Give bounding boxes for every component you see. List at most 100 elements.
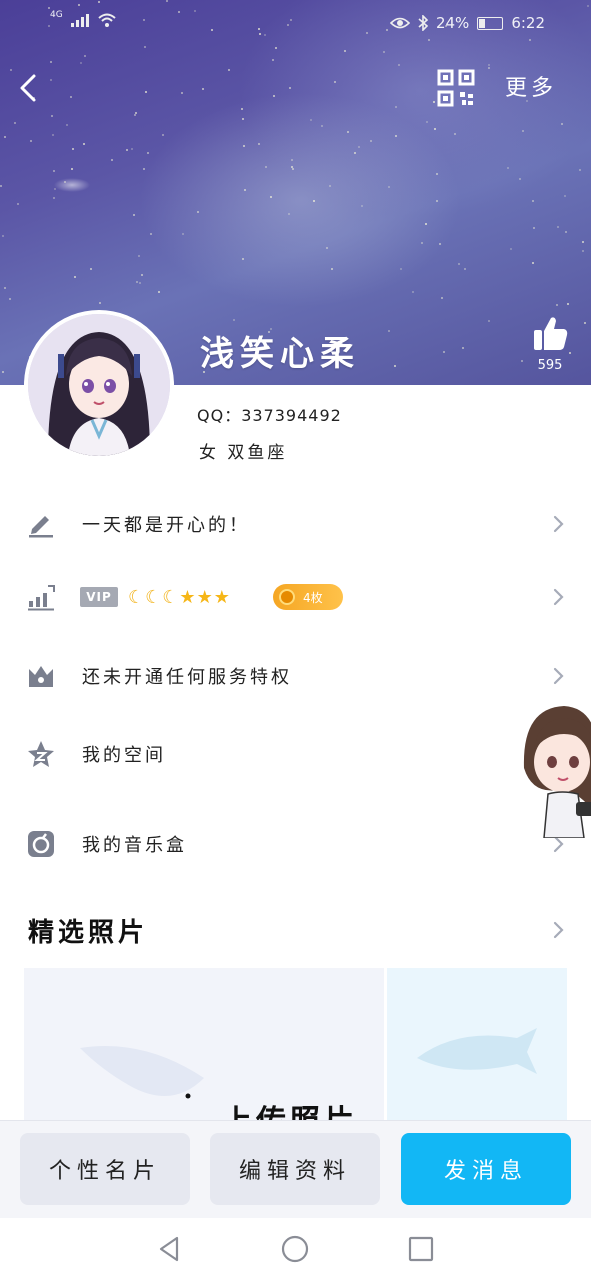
more-button[interactable]: 更多 bbox=[505, 70, 557, 102]
my-space-text: 我的空间 bbox=[82, 745, 166, 766]
star-dot bbox=[242, 118, 244, 120]
star-dot bbox=[400, 268, 402, 270]
star-dot bbox=[143, 168, 145, 170]
star-dot bbox=[582, 241, 584, 243]
star-dot bbox=[162, 134, 164, 136]
star-dot bbox=[436, 173, 438, 175]
star-dot bbox=[138, 255, 140, 257]
star-dot bbox=[182, 233, 184, 235]
floating-pendant-sticker[interactable] bbox=[518, 698, 591, 839]
qq-level-badges: ☾ ☾ ☾ ★ ★ ★ bbox=[128, 587, 230, 608]
coin-count: 4枚 bbox=[303, 590, 323, 605]
star-dot bbox=[4, 136, 6, 138]
nav-home-icon[interactable] bbox=[280, 1234, 310, 1264]
upload-photo-tile[interactable]: 上传照片 bbox=[24, 968, 384, 1128]
coin-badge[interactable]: 4枚 bbox=[273, 584, 343, 610]
star-dot bbox=[139, 282, 141, 284]
star-dot bbox=[458, 263, 460, 265]
star-dot bbox=[454, 133, 456, 135]
star-dot bbox=[4, 287, 6, 289]
system-navigation-bar bbox=[0, 1218, 591, 1280]
star-dot bbox=[147, 152, 149, 154]
star-dot bbox=[426, 121, 428, 123]
star-dot bbox=[532, 262, 534, 264]
star-dot bbox=[30, 140, 32, 142]
vip-level-row[interactable]: VIP ☾ ☾ ☾ ★ ★ ★ 4枚 bbox=[0, 567, 591, 627]
service-privilege-row[interactable]: 还未开通任何服务特权 bbox=[0, 646, 591, 706]
qq-number: QQ：337394492 bbox=[197, 406, 342, 425]
avatar[interactable] bbox=[24, 310, 174, 460]
nav-back-icon[interactable] bbox=[155, 1234, 185, 1264]
star-dot bbox=[425, 223, 427, 225]
star-dot bbox=[265, 166, 267, 168]
star-dot bbox=[134, 114, 136, 116]
star-dot bbox=[66, 124, 68, 126]
star-icon: ★ bbox=[213, 586, 230, 608]
battery-icon bbox=[477, 16, 504, 30]
music-box-text: 我的音乐盒 bbox=[82, 835, 187, 856]
my-space-row[interactable]: 我的空间 bbox=[0, 724, 591, 784]
edit-profile-button[interactable]: 编辑资料 bbox=[210, 1133, 380, 1205]
star-dot bbox=[291, 159, 293, 161]
personal-card-button[interactable]: 个性名片 bbox=[20, 1133, 190, 1205]
signature-row[interactable]: 一天都是开心的！ bbox=[0, 494, 591, 554]
signature-text: 一天都是开心的！ bbox=[82, 515, 250, 536]
star-dot bbox=[54, 188, 56, 190]
star-dot bbox=[436, 200, 438, 202]
nickname: 浅笑心柔 bbox=[200, 334, 360, 374]
star-dot bbox=[233, 319, 235, 321]
pendant-character-illustration bbox=[523, 706, 591, 839]
star-dot bbox=[242, 258, 244, 260]
privilege-text: 还未开通任何服务特权 bbox=[82, 667, 292, 688]
star-dot bbox=[243, 145, 245, 147]
music-box-row[interactable]: 我的音乐盒 bbox=[0, 814, 591, 874]
star-dot bbox=[150, 233, 152, 235]
star-icon: ★ bbox=[196, 586, 213, 608]
nav-recents-icon[interactable] bbox=[406, 1234, 436, 1264]
star-dot bbox=[292, 168, 294, 170]
star-dot bbox=[2, 371, 4, 373]
back-button[interactable] bbox=[14, 68, 48, 108]
star-dot bbox=[83, 143, 85, 145]
star-dot bbox=[136, 281, 138, 283]
qr-code-button[interactable] bbox=[436, 68, 476, 108]
star-dot bbox=[394, 365, 396, 367]
qr-code-icon bbox=[437, 69, 475, 107]
star-dot bbox=[111, 159, 113, 161]
star-dot bbox=[383, 51, 385, 53]
star-dot bbox=[556, 304, 558, 306]
eye-comfort-icon bbox=[389, 17, 410, 29]
star-dot bbox=[532, 200, 534, 202]
profile-page: 4G 24% 6:22 更多 浅笑心柔 595 QQ：337394492 女 双… bbox=[0, 0, 591, 1280]
star-dot bbox=[197, 211, 199, 213]
star-dot bbox=[71, 168, 73, 170]
star-dot bbox=[310, 119, 312, 121]
star-dot bbox=[321, 125, 323, 127]
chevron-right-icon[interactable] bbox=[548, 916, 568, 944]
star-dot bbox=[439, 243, 441, 245]
star-dot bbox=[358, 146, 360, 148]
chevron-left-icon bbox=[20, 74, 36, 102]
star-dot bbox=[443, 351, 445, 353]
star-dot bbox=[347, 131, 349, 133]
star-dot bbox=[462, 347, 464, 349]
photo-tile[interactable] bbox=[387, 968, 567, 1128]
star-dot bbox=[53, 170, 55, 172]
coin-icon bbox=[279, 589, 295, 605]
star-dot bbox=[84, 55, 86, 57]
star-dot bbox=[331, 268, 333, 270]
star-dot bbox=[244, 189, 246, 191]
star-dot bbox=[567, 303, 569, 305]
status-bar: 4G 24% 6:22 bbox=[0, 0, 591, 46]
star-dot bbox=[270, 196, 272, 198]
star-dot bbox=[2, 235, 4, 237]
star-dot bbox=[579, 169, 581, 171]
send-message-button[interactable]: 发消息 bbox=[401, 1133, 571, 1205]
star-dot bbox=[464, 268, 466, 270]
avatar-illustration bbox=[28, 314, 170, 456]
star-dot bbox=[421, 242, 423, 244]
crown-icon bbox=[29, 666, 53, 687]
star-dot bbox=[53, 197, 55, 199]
like-button[interactable]: 595 bbox=[528, 314, 572, 373]
pencil-icon bbox=[29, 516, 53, 538]
